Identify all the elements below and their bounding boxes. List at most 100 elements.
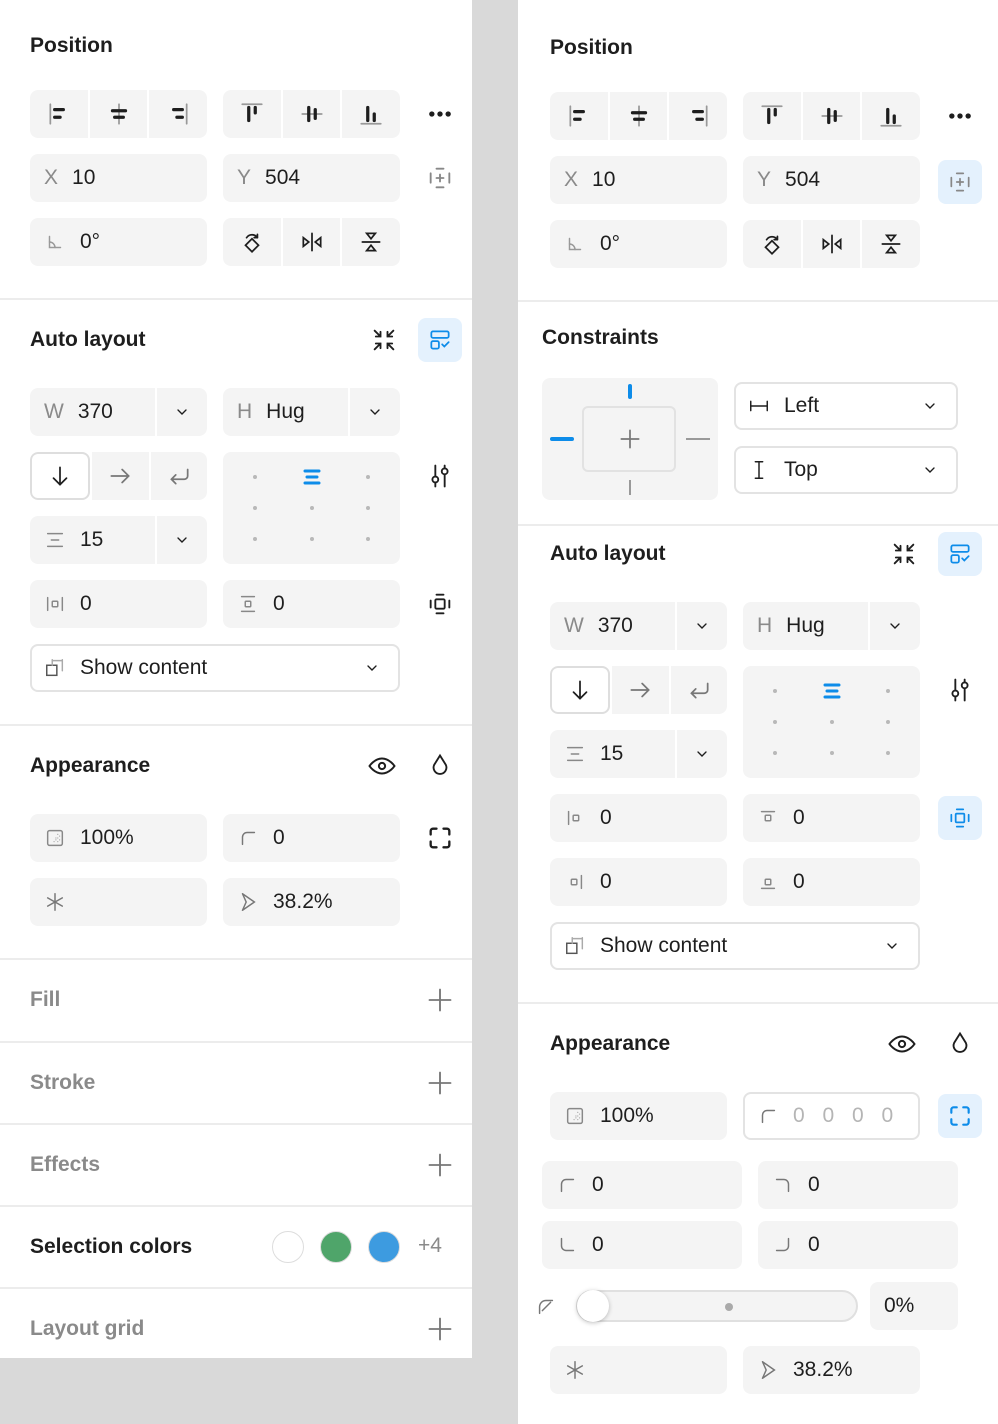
constraint-top-active[interactable] <box>628 384 632 399</box>
wrap-button[interactable] <box>150 452 207 500</box>
auto-layout-button[interactable] <box>938 532 982 576</box>
flip-vertical-button[interactable] <box>342 218 400 266</box>
eye-icon[interactable] <box>887 1029 917 1059</box>
star-count-field[interactable] <box>30 878 207 926</box>
alignment-point[interactable] <box>252 506 257 510</box>
sliders-icon[interactable] <box>946 676 974 704</box>
width-field-dropdown-button[interactable] <box>155 388 207 436</box>
wrap-button[interactable] <box>670 666 727 714</box>
plus-icon[interactable] <box>426 1069 454 1097</box>
padding-bottom-field[interactable]: 0 <box>743 858 920 906</box>
gap-field[interactable]: 15 <box>30 516 207 564</box>
align-right-button[interactable] <box>149 90 207 138</box>
alignment-point[interactable] <box>772 688 777 693</box>
gap-field-dropdown-button[interactable] <box>675 730 727 778</box>
align-left-button[interactable] <box>550 92 608 140</box>
absolute-position-button[interactable] <box>938 160 982 204</box>
horizontal-constraint-dropdown[interactable]: Left <box>734 382 958 430</box>
arrow-right-button[interactable] <box>92 452 149 500</box>
alignment-point[interactable] <box>886 720 891 724</box>
radius-bottom-right-field[interactable]: 0 <box>758 1221 958 1269</box>
padding-individual-button[interactable] <box>938 796 982 840</box>
radius-bottom-left-field[interactable]: 0 <box>542 1221 742 1269</box>
x-field[interactable]: X 10 <box>550 156 727 204</box>
sliders-icon[interactable] <box>426 462 454 490</box>
corner-smoothing-slider[interactable] <box>576 1290 858 1322</box>
individual-corners-button[interactable] <box>938 1094 982 1138</box>
plus-icon[interactable] <box>426 986 454 1014</box>
constraint-bottom[interactable] <box>629 480 631 495</box>
rotation-field[interactable]: 0° <box>550 220 727 268</box>
drop-icon[interactable] <box>946 1030 974 1058</box>
width-field[interactable]: W 370 <box>30 388 207 436</box>
slider-thumb[interactable] <box>577 1290 609 1322</box>
width-field-dropdown-button[interactable] <box>675 602 727 650</box>
absolute-position-icon[interactable] <box>426 164 454 192</box>
arrow-down-button[interactable] <box>30 452 91 500</box>
collapse-icon[interactable] <box>370 326 398 354</box>
height-field-dropdown-button[interactable] <box>348 388 400 436</box>
star-ratio-field[interactable]: 38.2% <box>743 1346 920 1394</box>
color-swatch[interactable] <box>272 1231 304 1263</box>
flip-horizontal-button[interactable] <box>282 218 341 266</box>
align-bottom-button[interactable] <box>342 90 400 138</box>
align-left-button[interactable] <box>30 90 88 138</box>
alignment-point[interactable] <box>366 474 371 479</box>
gap-field[interactable]: 15 <box>550 730 727 778</box>
clip-content-dropdown[interactable]: Show content <box>550 922 920 970</box>
alignment-point[interactable] <box>366 537 371 542</box>
drop-icon[interactable] <box>426 752 454 780</box>
plus-icon[interactable] <box>426 1151 454 1179</box>
color-swatch[interactable] <box>368 1231 400 1263</box>
collapse-icon[interactable] <box>890 540 918 568</box>
opacity-field[interactable]: 100% <box>550 1092 727 1140</box>
height-field[interactable]: H Hug <box>223 388 400 436</box>
clip-content-dropdown[interactable]: Show content <box>30 644 400 692</box>
y-field[interactable]: Y 504 <box>743 156 920 204</box>
alignment-point[interactable] <box>886 688 891 693</box>
alignment-point[interactable] <box>829 720 834 724</box>
align-right-button[interactable] <box>669 92 727 140</box>
padding-left-field[interactable]: 0 <box>550 794 727 842</box>
plus-icon[interactable] <box>426 1315 454 1343</box>
star-count-field[interactable] <box>550 1346 727 1394</box>
height-field[interactable]: H Hug <box>743 602 920 650</box>
align-center-h-button[interactable] <box>89 90 148 138</box>
radius-top-left-field[interactable]: 0 <box>542 1161 742 1209</box>
more-icon[interactable] <box>946 102 974 130</box>
arrow-down-button[interactable] <box>550 666 611 714</box>
height-field-dropdown-button[interactable] <box>868 602 920 650</box>
alignment-grid[interactable] <box>223 452 400 564</box>
corner-smoothing-field[interactable]: 0% <box>870 1282 958 1330</box>
align-bottom-button[interactable] <box>862 92 920 140</box>
rotation-field[interactable]: 0° <box>30 218 207 266</box>
padding-individual-icon[interactable] <box>426 590 454 618</box>
align-center-h-button[interactable] <box>609 92 668 140</box>
more-colors-count[interactable]: +4 <box>418 1234 442 1258</box>
opacity-field[interactable]: 100% <box>30 814 207 862</box>
alignment-point[interactable] <box>886 751 891 756</box>
align-top-button[interactable] <box>223 90 281 138</box>
color-swatch[interactable] <box>320 1231 352 1263</box>
corner-radius-field[interactable]: 0 <box>223 814 400 862</box>
vertical-constraint-dropdown[interactable]: Top <box>734 446 958 494</box>
x-field[interactable]: X 10 <box>30 154 207 202</box>
arrow-right-button[interactable] <box>612 666 669 714</box>
alignment-grid[interactable] <box>743 666 920 778</box>
alignment-point[interactable] <box>366 506 371 510</box>
star-ratio-field[interactable]: 38.2% <box>223 878 400 926</box>
align-top-button[interactable] <box>743 92 801 140</box>
more-icon[interactable] <box>426 100 454 128</box>
padding-vertical-field[interactable]: 0 <box>223 580 400 628</box>
alignment-point[interactable] <box>772 751 777 756</box>
rotate-button[interactable] <box>743 220 801 268</box>
align-center-v-button[interactable] <box>282 90 341 138</box>
alignment-point[interactable] <box>252 537 257 542</box>
y-field[interactable]: Y 504 <box>223 154 400 202</box>
padding-top-field[interactable]: 0 <box>743 794 920 842</box>
eye-icon[interactable] <box>367 751 397 781</box>
auto-layout-button[interactable] <box>418 318 462 362</box>
padding-right-field[interactable]: 0 <box>550 858 727 906</box>
width-field[interactable]: W 370 <box>550 602 727 650</box>
alignment-point[interactable] <box>829 751 834 756</box>
